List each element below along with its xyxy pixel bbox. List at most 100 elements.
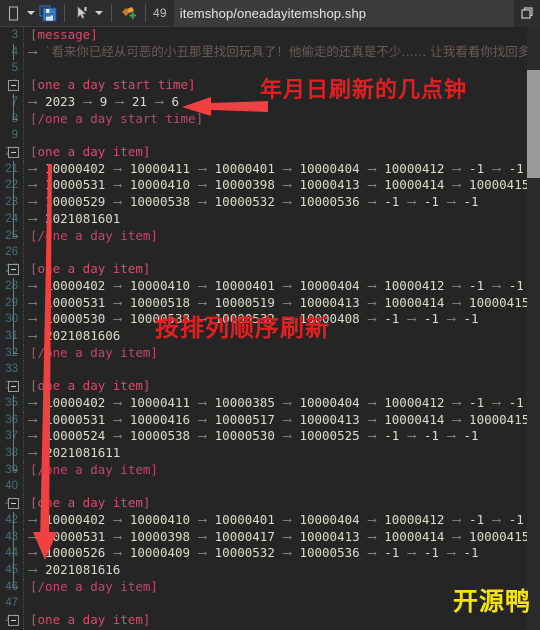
field-value: 10000415 — [469, 294, 527, 310]
vertical-scrollbar[interactable] — [527, 27, 540, 630]
field-separator-arrow: ⟶ — [447, 194, 463, 210]
field-separator-arrow: ⟶ — [283, 511, 299, 527]
code-line[interactable]: 37 ⟶ 10000524 ⟶ 10000538 ⟶ 10000530 ⟶ 100… — [0, 428, 527, 445]
field-separator-arrow: ⟶ — [452, 394, 469, 410]
field-value: -1 — [469, 277, 492, 293]
code-line[interactable]: 5 — [0, 60, 527, 78]
fold-guide — [13, 194, 14, 211]
code-line[interactable]: 44 ⟶ 10000526 ⟶ 10000409 ⟶ 10000532 ⟶ 100… — [0, 545, 527, 563]
fold-collapse-icon[interactable] — [8, 147, 19, 159]
field-separator-arrow: ⟶ — [368, 160, 384, 176]
fold-collapse-icon[interactable] — [8, 615, 19, 627]
field-value: 10000531 — [45, 177, 113, 193]
line-number: 40 — [5, 480, 18, 493]
code-line[interactable]: 9 — [0, 127, 527, 145]
field-separator-arrow: ⟶ — [113, 311, 129, 327]
fold-collapse-icon[interactable] — [8, 264, 19, 276]
fold-guide — [13, 277, 14, 295]
line-number: 38 — [5, 447, 18, 459]
code-line[interactable]: 6[one a day start time] — [0, 77, 527, 94]
xml-close-tag: [/one a day item] — [30, 227, 158, 243]
code-line[interactable]: 40 — [0, 478, 527, 496]
code-line[interactable]: 23 ⟶ 10000529 ⟶ 10000538 ⟶ 10000532 ⟶ 100… — [0, 194, 527, 211]
line-content: [/one a day item] — [30, 462, 158, 479]
code-line[interactable]: 28 ⟶ 10000402 ⟶ 10000410 ⟶ 10000401 ⟶ 100… — [0, 277, 527, 295]
save-disk-icon[interactable] — [37, 3, 58, 24]
fold-collapse-icon[interactable] — [8, 381, 19, 393]
code-line[interactable]: 4 ⟶ `看来你已经从可恶的小丑那里找回玩具了！他偷走的还真是不少…… 让我看看你… — [0, 43, 527, 61]
fold-collapse-icon[interactable] — [8, 498, 19, 510]
field-separator-arrow: ⟶ — [283, 160, 299, 176]
code-line[interactable]: 34[one a day item] — [0, 378, 527, 395]
field-separator-arrow: ⟶ — [113, 277, 129, 293]
code-line[interactable]: 29 ⟶ 10000531 ⟶ 10000518 ⟶ 10000519 ⟶ 100… — [0, 294, 527, 312]
field-separator-arrow: ⟶ — [283, 411, 299, 427]
document-icon[interactable] — [3, 3, 24, 24]
xml-open-tag: [one a day item] — [30, 261, 151, 277]
fold-collapse-icon[interactable] — [8, 80, 19, 92]
code-line[interactable]: 3 [message] — [0, 27, 527, 44]
line-content: ⟶ 2021081601 — [28, 211, 120, 228]
indent-guide — [23, 227, 24, 245]
code-line[interactable]: 24 ⟶ 2021081601 — [0, 210, 527, 228]
code-line[interactable]: 39 [/one a day item] — [0, 461, 527, 479]
field-separator-arrow: ⟶ — [29, 445, 45, 460]
indent-guide — [23, 578, 24, 596]
code-line[interactable]: 27[one a day item] — [0, 261, 527, 278]
code-line[interactable]: 21 ⟶ 10000402 ⟶ 10000411 ⟶ 10000401 ⟶ 100… — [0, 160, 527, 178]
code-line[interactable]: 33 — [0, 361, 527, 379]
line-number: 47 — [5, 597, 18, 610]
chevron-down-icon-2[interactable] — [92, 3, 105, 24]
fold-guide — [13, 311, 14, 328]
field-value: 10000519 — [214, 294, 283, 310]
field-separator-arrow: ⟶ — [452, 294, 469, 310]
chevron-down-icon[interactable] — [24, 3, 37, 24]
code-line[interactable]: 25 [/one a day item] — [0, 227, 527, 245]
code-line[interactable]: 45 ⟶ 2021081616 — [0, 562, 527, 579]
field-value: 10000410 — [129, 277, 198, 293]
xml-open-tag: [one a day item] — [30, 378, 151, 394]
add-node-icon[interactable] — [118, 3, 139, 24]
code-line[interactable]: 32 [/one a day item] — [0, 344, 527, 362]
fold-guide — [13, 177, 14, 195]
code-line[interactable]: 20[one a day item] — [0, 144, 527, 161]
code-area[interactable]: 3 [message] 4 ⟶ `看来你已经从可恶的小丑那里找回玩具了！他偷走的还真是… — [0, 27, 527, 630]
field-value: 10000404 — [299, 394, 368, 410]
indent-guide — [23, 378, 24, 395]
fold-guide — [13, 327, 14, 345]
fold-guide — [13, 210, 14, 228]
field-separator-arrow: ⟶ — [29, 177, 45, 193]
code-line[interactable]: 38 ⟶ 2021081611 — [0, 445, 527, 462]
indent-guide — [23, 445, 24, 462]
field-value: 10000413 — [299, 294, 368, 310]
code-line[interactable]: 47 — [0, 595, 527, 613]
code-line[interactable]: 30 ⟶ 10000530 ⟶ 10000538 ⟶ 10000532 ⟶ 100… — [0, 311, 527, 328]
field-value: -1 — [423, 428, 447, 444]
find-pointer-icon[interactable] — [71, 3, 92, 24]
code-line[interactable]: 8[/one a day start time] — [0, 110, 527, 128]
field-value: -1 — [423, 194, 447, 210]
code-line[interactable]: 48[one a day item] — [0, 612, 527, 629]
field-value: 10000538 — [129, 311, 198, 327]
code-line[interactable]: 22 ⟶ 10000531 ⟶ 10000410 ⟶ 10000398 ⟶ 100… — [0, 177, 527, 195]
code-line[interactable]: 35 ⟶ 10000402 ⟶ 10000411 ⟶ 10000385 ⟶ 100… — [0, 394, 527, 412]
code-line[interactable]: 7 ⟶ 2023 ⟶ 9 ⟶ 21 ⟶ 6 — [0, 93, 527, 111]
code-line[interactable]: 31 ⟶ 2021081606 — [0, 327, 527, 345]
field-value: 10000402 — [45, 394, 113, 410]
file-path-field[interactable]: itemshop/oneadayitemshop.shp — [173, 0, 514, 27]
fold-guide — [13, 411, 14, 429]
code-line[interactable]: 26 — [0, 244, 527, 262]
code-line[interactable]: 36 ⟶ 10000531 ⟶ 10000416 ⟶ 10000517 ⟶ 100… — [0, 411, 527, 429]
code-line[interactable]: 41[one a day item] — [0, 495, 527, 512]
fold-guide — [13, 545, 14, 563]
code-line[interactable]: 46 [/one a day item] — [0, 578, 527, 596]
line-number: 3 — [11, 29, 18, 41]
fold-guide — [13, 394, 14, 412]
scrollbar-thumb[interactable] — [527, 70, 540, 178]
restore-window-icon[interactable] — [514, 0, 540, 27]
field-separator-arrow: ⟶ — [407, 428, 423, 444]
indent-guide — [23, 428, 24, 445]
code-line[interactable]: 42 ⟶ 10000402 ⟶ 10000410 ⟶ 10000401 ⟶ 100… — [0, 511, 527, 529]
code-line[interactable]: 43 ⟶ 10000531 ⟶ 10000398 ⟶ 10000417 ⟶ 100… — [0, 528, 527, 546]
field-value: -1 — [384, 311, 407, 327]
